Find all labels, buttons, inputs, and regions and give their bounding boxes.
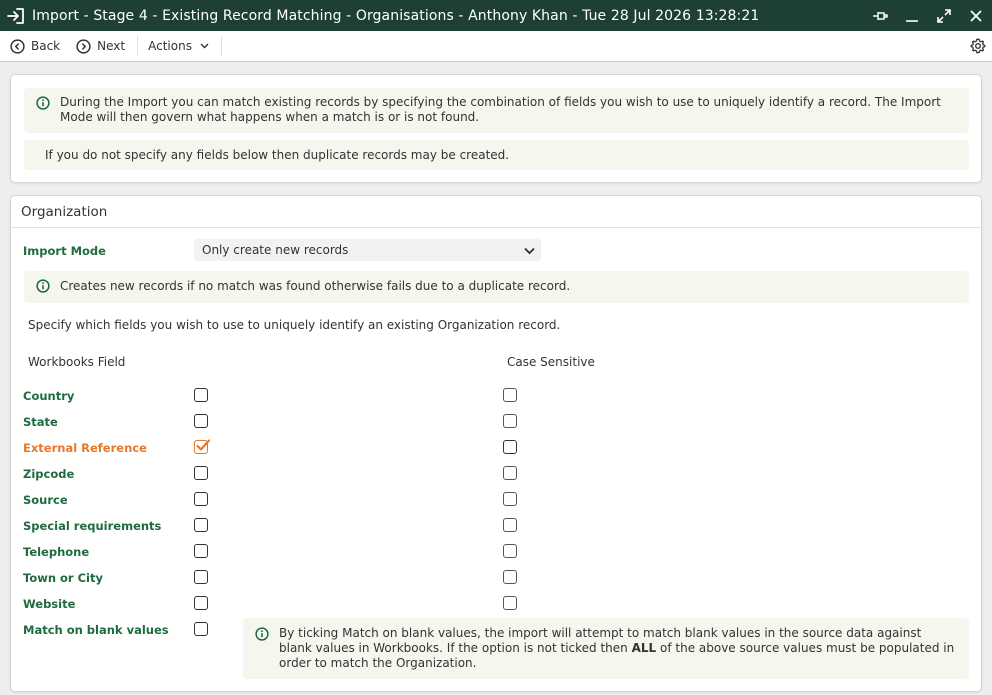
field-checkbox[interactable] bbox=[194, 596, 208, 610]
next-circle-icon bbox=[76, 38, 91, 54]
case-sensitive-column-header: Case Sensitive bbox=[507, 355, 595, 369]
field-checkbox[interactable] bbox=[194, 570, 208, 584]
field-label: Town or City bbox=[23, 571, 103, 585]
field-label: Country bbox=[23, 389, 75, 403]
gear-icon[interactable] bbox=[970, 38, 986, 57]
case-sensitive-checkbox[interactable] bbox=[503, 388, 517, 402]
import-icon bbox=[0, 0, 32, 31]
info-icon bbox=[255, 627, 269, 645]
window-titlebar: Import - Stage 4 - Existing Record Match… bbox=[0, 0, 992, 31]
next-button[interactable]: Next bbox=[66, 31, 131, 62]
case-sensitive-checkbox[interactable] bbox=[503, 492, 517, 506]
field-label: Special requirements bbox=[23, 519, 162, 533]
match-blank-label: Match on blank values bbox=[23, 623, 169, 637]
case-sensitive-checkbox[interactable] bbox=[503, 518, 517, 532]
field-checkbox[interactable] bbox=[194, 492, 208, 506]
import-info-text: During the Import you can match existing… bbox=[60, 95, 941, 124]
toolbar-divider bbox=[220, 36, 222, 56]
duplicate-warning-box: If you do not specify any fields below t… bbox=[24, 140, 969, 170]
duplicate-warning-text: If you do not specify any fields below t… bbox=[45, 148, 510, 162]
checkmark-icon bbox=[196, 439, 211, 451]
intro-panel: During the Import you can match existing… bbox=[10, 74, 982, 183]
import-mode-label: Import Mode bbox=[23, 244, 106, 258]
field-checkbox[interactable] bbox=[194, 414, 208, 428]
actions-menu-button[interactable]: Actions bbox=[138, 31, 215, 62]
import-info-box: During the Import you can match existing… bbox=[24, 88, 969, 133]
field-label: Zipcode bbox=[23, 467, 75, 481]
info-icon bbox=[36, 96, 50, 114]
case-sensitive-checkbox[interactable] bbox=[503, 440, 517, 454]
next-label: Next bbox=[97, 39, 126, 53]
import-mode-value: Only create new records bbox=[202, 243, 349, 257]
organization-panel: Organization Import Mode Only create new… bbox=[10, 195, 982, 692]
back-label: Back bbox=[31, 39, 61, 53]
match-blank-info-box: By ticking Match on blank values, the im… bbox=[243, 618, 969, 679]
maximize-icon[interactable] bbox=[928, 0, 960, 31]
actions-label: Actions bbox=[148, 39, 192, 53]
case-sensitive-checkbox[interactable] bbox=[503, 414, 517, 428]
back-circle-icon bbox=[10, 38, 25, 54]
field-checkbox[interactable] bbox=[194, 439, 211, 454]
field-checkbox[interactable] bbox=[194, 466, 208, 480]
case-sensitive-checkbox[interactable] bbox=[503, 570, 517, 584]
field-label: Source bbox=[23, 493, 68, 507]
back-button[interactable]: Back bbox=[0, 31, 66, 62]
field-label: Telephone bbox=[23, 545, 90, 559]
case-sensitive-checkbox[interactable] bbox=[503, 544, 517, 558]
field-checkbox[interactable] bbox=[194, 544, 208, 558]
field-checkbox[interactable] bbox=[194, 388, 208, 402]
import-mode-info-box: Creates new records if no match was foun… bbox=[24, 271, 969, 303]
match-blank-info-text: By ticking Match on blank values, the im… bbox=[279, 626, 955, 670]
chevron-down-icon bbox=[200, 43, 209, 49]
organization-header: Organization bbox=[11, 196, 981, 228]
import-mode-select[interactable]: Only create new records bbox=[194, 239, 541, 261]
field-label: State bbox=[23, 415, 58, 429]
info-icon bbox=[36, 279, 50, 297]
minimize-icon[interactable] bbox=[896, 0, 928, 31]
import-mode-info-text: Creates new records if no match was foun… bbox=[60, 279, 571, 293]
workbooks-field-column-header: Workbooks Field bbox=[28, 355, 126, 369]
chevron-down-icon bbox=[524, 244, 535, 258]
case-sensitive-checkbox[interactable] bbox=[503, 466, 517, 480]
close-icon[interactable] bbox=[960, 0, 992, 31]
window-title: Import - Stage 4 - Existing Record Match… bbox=[32, 7, 760, 24]
field-label: Website bbox=[23, 597, 76, 611]
match-blank-checkbox[interactable] bbox=[194, 622, 208, 636]
field-checkbox[interactable] bbox=[194, 518, 208, 532]
toolbar: Back Next Actions bbox=[0, 31, 992, 62]
pin-icon[interactable] bbox=[864, 0, 896, 31]
field-label: External Reference bbox=[23, 441, 147, 455]
case-sensitive-checkbox[interactable] bbox=[503, 596, 517, 610]
specify-fields-text: Specify which fields you wish to use to … bbox=[28, 318, 561, 332]
